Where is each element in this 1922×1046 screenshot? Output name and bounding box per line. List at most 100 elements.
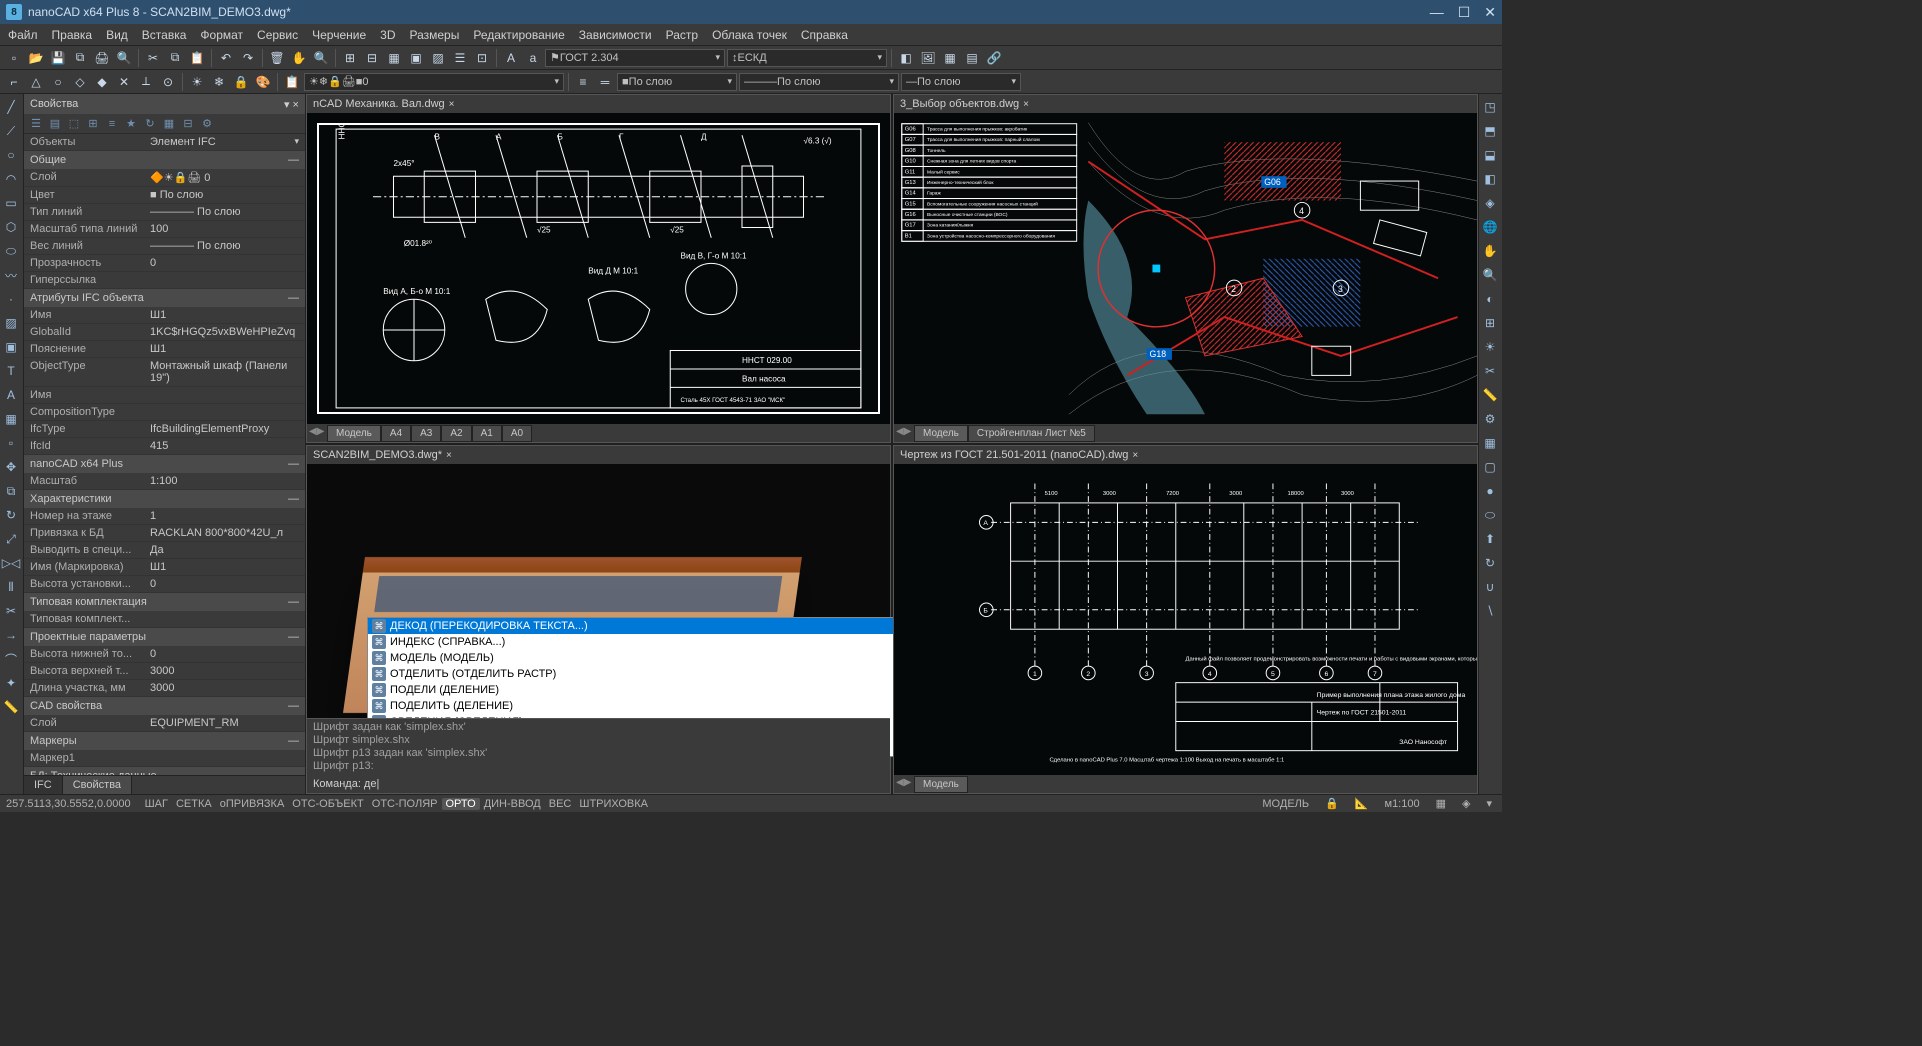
undo-icon[interactable]: ↶ bbox=[216, 48, 236, 68]
layer-state-icon[interactable]: ☀ bbox=[187, 72, 207, 92]
ellipse-icon[interactable]: ⬭ bbox=[0, 240, 22, 262]
shade-icon[interactable]: ◐ bbox=[1479, 288, 1501, 310]
dist-icon[interactable]: 📏 bbox=[0, 696, 22, 718]
circle-icon[interactable]: ○ bbox=[0, 144, 22, 166]
plot-icon[interactable]: 🖨 bbox=[92, 48, 112, 68]
props-group-header[interactable]: Общие— bbox=[24, 151, 305, 169]
minimize-button[interactable]: — bbox=[1430, 4, 1444, 21]
props-list-icon[interactable]: ≡ bbox=[104, 116, 120, 132]
viewport-br-close-icon[interactable]: × bbox=[1132, 450, 1138, 461]
props-row[interactable]: Типовая комплект... bbox=[24, 611, 305, 628]
props-filter-icon[interactable]: ☰ bbox=[28, 116, 44, 132]
viewport-tr-close-icon[interactable]: × bbox=[1023, 99, 1029, 110]
point-icon[interactable]: · bbox=[0, 288, 22, 310]
snap-mid-icon[interactable]: △ bbox=[26, 72, 46, 92]
layout-tab[interactable]: Модель bbox=[327, 425, 381, 442]
linetype-combo[interactable]: ——— По слою▾ bbox=[739, 73, 899, 91]
viewport-tl-close-icon[interactable]: × bbox=[449, 99, 455, 110]
props-row[interactable]: Цвет■ По слою bbox=[24, 187, 305, 204]
viewport-br-canvas[interactable]: 1234567 АБ Данный файл позволяет продемо… bbox=[894, 464, 1477, 775]
layer-freeze-icon[interactable]: ❄ bbox=[209, 72, 229, 92]
menu-Редактирование[interactable]: Редактирование bbox=[473, 28, 564, 42]
preview-icon[interactable]: 🔍 bbox=[114, 48, 134, 68]
dimstyle-combo[interactable]: ↕ ЕСКД▾ bbox=[727, 49, 887, 67]
cylinder-icon[interactable]: ⬭ bbox=[1479, 504, 1501, 526]
layout-tab[interactable]: Модель bbox=[914, 425, 968, 442]
snap-node-icon[interactable]: ◇ bbox=[70, 72, 90, 92]
status-toggle-ВЕС[interactable]: ВЕС bbox=[545, 798, 576, 810]
box-icon[interactable]: ▢ bbox=[1479, 456, 1501, 478]
wireframe-icon[interactable]: ⊞ bbox=[1479, 312, 1501, 334]
props-tree-icon[interactable]: ⊟ bbox=[180, 116, 196, 132]
table2-icon[interactable]: ▦ bbox=[940, 48, 960, 68]
linetype-mgr-icon[interactable]: ≡ bbox=[573, 72, 593, 92]
lineweight-mgr-icon[interactable]: ═ bbox=[595, 72, 615, 92]
subtract-icon[interactable]: ∖ bbox=[1479, 600, 1501, 622]
props-row[interactable]: Номер на этаже1 bbox=[24, 508, 305, 525]
props-row[interactable]: Привязка к БДRACKLAN 800*800*42U_л bbox=[24, 525, 305, 542]
new-icon[interactable]: ▫ bbox=[4, 48, 24, 68]
props-group-header[interactable]: БД: Технические данные— bbox=[24, 767, 305, 775]
command-input[interactable]: Команда: де| bbox=[307, 775, 890, 793]
close-button[interactable]: ✕ bbox=[1484, 4, 1496, 21]
textstyle-combo[interactable]: ⚑ ГОСТ 2.304▾ bbox=[545, 49, 725, 67]
props-tab-ifc[interactable]: IFC bbox=[24, 776, 63, 794]
copy-icon[interactable]: ⧉ bbox=[165, 48, 185, 68]
props-row[interactable]: CompositionType bbox=[24, 404, 305, 421]
props-sort-icon[interactable]: ▤ bbox=[47, 116, 63, 132]
props-opt-icon[interactable]: ⚙ bbox=[199, 116, 215, 132]
snap-per-icon[interactable]: ⟂ bbox=[136, 72, 156, 92]
style-icon[interactable]: ⊞ bbox=[340, 48, 360, 68]
props-row[interactable]: Маркер1 bbox=[24, 750, 305, 767]
trim-icon[interactable]: ✂ bbox=[0, 600, 22, 622]
layout-tab[interactable]: A1 bbox=[472, 425, 502, 442]
autocomplete-item[interactable]: ⌘МОДЕЛЬ (МОДЕЛЬ) bbox=[368, 650, 966, 666]
menu-Вставка[interactable]: Вставка bbox=[142, 28, 187, 42]
menu-3D[interactable]: 3D bbox=[380, 28, 395, 42]
extend-icon[interactable]: → bbox=[0, 624, 22, 646]
status-toggle-ШАГ[interactable]: ШАГ bbox=[141, 798, 172, 810]
props-row[interactable]: IfcTypeIfcBuildingElementProxy bbox=[24, 421, 305, 438]
autocomplete-item[interactable]: ⌘ОТДЕЛИТЬ (ОТДЕЛИТЬ РАСТР) bbox=[368, 666, 966, 682]
props-row[interactable]: Высота установки...0 bbox=[24, 576, 305, 593]
scale-icon[interactable]: ⤢ bbox=[0, 528, 22, 550]
props-group-header[interactable]: Характеристики— bbox=[24, 490, 305, 508]
rect-icon[interactable]: ▭ bbox=[0, 192, 22, 214]
props-row[interactable]: Высота нижней то...0 bbox=[24, 646, 305, 663]
measure-icon[interactable]: 📏 bbox=[1479, 384, 1501, 406]
status-space[interactable]: МОДЕЛЬ bbox=[1258, 798, 1313, 810]
pan-icon[interactable]: ✋ bbox=[289, 48, 309, 68]
block-icon[interactable]: ▣ bbox=[406, 48, 426, 68]
status-anno-icon[interactable]: 📐 bbox=[1351, 797, 1373, 810]
text-icon[interactable]: A bbox=[501, 48, 521, 68]
layer-combo[interactable]: ☀❄🔒🖨■ 0▾ bbox=[304, 73, 564, 91]
layer-mgr-icon[interactable]: 📋 bbox=[282, 72, 302, 92]
nav-cube-icon[interactable]: ◳ bbox=[1479, 96, 1501, 118]
menu-Зависимости[interactable]: Зависимости bbox=[579, 28, 652, 42]
erase-icon[interactable]: 🗑 bbox=[267, 48, 287, 68]
orbit-icon[interactable]: 🌐 bbox=[1479, 216, 1501, 238]
mtext-icon[interactable]: A bbox=[0, 384, 22, 406]
props-objects-dropdown-icon[interactable]: ▾ bbox=[294, 136, 299, 148]
props-row[interactable]: Выводить в специ...Да bbox=[24, 542, 305, 559]
maximize-button[interactable]: ☐ bbox=[1458, 4, 1471, 21]
autocomplete-item[interactable]: ⌘ПОДЕЛИТЬ (ДЕЛЕНИЕ) bbox=[368, 698, 966, 714]
props-row[interactable]: Масштаб1:100 bbox=[24, 473, 305, 490]
props-row[interactable]: Прозрачность0 bbox=[24, 255, 305, 272]
view-iso-icon[interactable]: ◈ bbox=[1479, 192, 1501, 214]
props-row[interactable]: ObjectTypeМонтажный шкаф (Панели 19") bbox=[24, 358, 305, 387]
prop-icon[interactable]: ⊡ bbox=[472, 48, 492, 68]
props-tab-properties[interactable]: Свойства bbox=[63, 776, 132, 794]
snap-int-icon[interactable]: ✕ bbox=[114, 72, 134, 92]
layer-color-icon[interactable]: 🎨 bbox=[253, 72, 273, 92]
cut-icon[interactable]: ✂ bbox=[143, 48, 163, 68]
layout-nav-icon[interactable]: ◀▶ bbox=[896, 426, 910, 440]
status-menu-icon[interactable]: ▾ bbox=[1482, 797, 1496, 810]
props-row[interactable]: Вес линий———— По слою bbox=[24, 238, 305, 255]
menu-Облака точек[interactable]: Облака точек bbox=[712, 28, 787, 42]
props-tbl-icon[interactable]: ▦ bbox=[161, 116, 177, 132]
props-fav-icon[interactable]: ★ bbox=[123, 116, 139, 132]
props-group-header[interactable]: Атрибуты IFC объекта— bbox=[24, 289, 305, 307]
menu-Файл[interactable]: Файл bbox=[8, 28, 38, 42]
field-icon[interactable]: ▤ bbox=[962, 48, 982, 68]
